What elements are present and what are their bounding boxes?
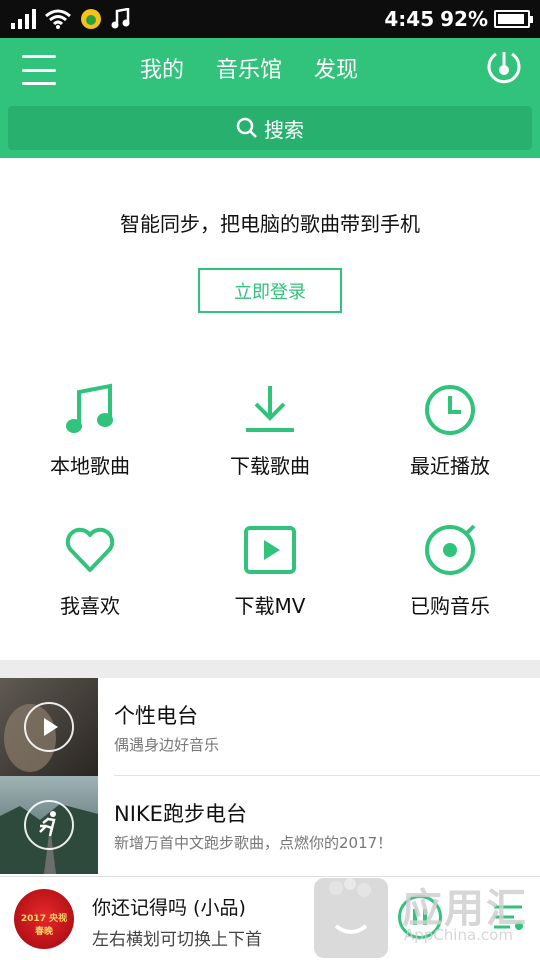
- login-button[interactable]: 立即登录: [198, 268, 342, 313]
- status-bar-right: 4:45 92%: [384, 6, 533, 32]
- watermark-url: AppChina.com: [404, 926, 513, 944]
- grid-recent-plays[interactable]: 最近播放: [360, 380, 540, 500]
- search-icon: [236, 117, 257, 138]
- music-note-icon: [66, 383, 113, 433]
- battery-percent: 92%: [440, 7, 488, 31]
- tab-music-hall[interactable]: 音乐馆: [216, 52, 282, 84]
- grid-label: 本地歌曲: [50, 454, 130, 478]
- running-icon: [24, 800, 74, 850]
- clock-text: 4:45: [384, 7, 435, 31]
- clock-icon: [425, 385, 475, 435]
- radio-title: 个性电台: [114, 704, 198, 728]
- cover-text: 2017 央视春晚: [20, 914, 68, 937]
- grid-label: 最近播放: [410, 454, 490, 478]
- grid-downloaded-mv[interactable]: 下载MV: [180, 520, 360, 640]
- music-notification-icon: [111, 8, 130, 29]
- battery-icon: [494, 10, 533, 28]
- download-icon: [246, 386, 294, 432]
- search-bar[interactable]: 搜索: [8, 106, 532, 150]
- battery-level: [498, 14, 524, 24]
- music-recognition-icon[interactable]: [486, 48, 522, 88]
- grid-label: 下载歌曲: [230, 454, 310, 478]
- status-bar: 4:45 92%: [0, 0, 540, 38]
- tab-discover[interactable]: 发现: [314, 52, 358, 84]
- sync-promo-text: 智能同步，把电脑的歌曲带到手机: [120, 212, 420, 236]
- heart-icon: [65, 527, 115, 572]
- app-notification-icon: [81, 9, 101, 29]
- hamburger-line: [22, 82, 56, 85]
- hamburger-line: [22, 55, 56, 58]
- radio-subtitle: 偶遇身边好音乐: [114, 736, 220, 754]
- grid-my-favorites[interactable]: 我喜欢: [0, 520, 180, 640]
- grid-downloaded-songs[interactable]: 下载歌曲: [180, 380, 360, 500]
- disc-icon: [425, 524, 476, 575]
- radio-thumbnail: [0, 776, 98, 874]
- radio-nike-running[interactable]: NIKE跑步电台 新增万首中文跑步歌曲，点燃你的2017！: [0, 776, 540, 874]
- search-label: 搜索: [264, 117, 304, 142]
- grid-local-songs[interactable]: 本地歌曲: [0, 380, 180, 500]
- now-playing-title: 你还记得吗 (小品): [92, 897, 246, 919]
- grid-purchased-music[interactable]: 已购音乐: [360, 520, 540, 640]
- play-icon: [24, 702, 74, 752]
- grid-label: 我喜欢: [60, 594, 120, 618]
- main-tabs: 我的 音乐馆 发现: [140, 52, 358, 84]
- grid-label: 已购音乐: [410, 594, 490, 618]
- hamburger-line: [22, 68, 56, 72]
- tab-mine[interactable]: 我的: [140, 52, 184, 84]
- radio-personal[interactable]: 个性电台 偶遇身边好音乐: [0, 678, 540, 776]
- status-bar-left: [10, 6, 130, 32]
- album-cover[interactable]: 2017 央视春晚: [14, 889, 74, 949]
- swipe-hint: 左右横划可切换上下首: [92, 930, 262, 950]
- watermark-logo: [314, 878, 388, 958]
- menu-button[interactable]: [22, 55, 56, 85]
- signal-icon: [11, 9, 36, 29]
- wifi-icon: [45, 9, 71, 29]
- section-divider: [0, 660, 540, 678]
- radio-thumbnail: [0, 678, 98, 776]
- app-header: 我的 音乐馆 发现 搜索: [0, 38, 540, 158]
- video-play-icon: [244, 526, 296, 574]
- radio-subtitle: 新增万首中文跑步歌曲，点燃你的2017！: [114, 834, 393, 852]
- radio-title: NIKE跑步电台: [114, 802, 247, 826]
- grid-label: 下载MV: [234, 594, 306, 618]
- appchina-watermark: 应用汇 AppChina.com: [314, 862, 540, 960]
